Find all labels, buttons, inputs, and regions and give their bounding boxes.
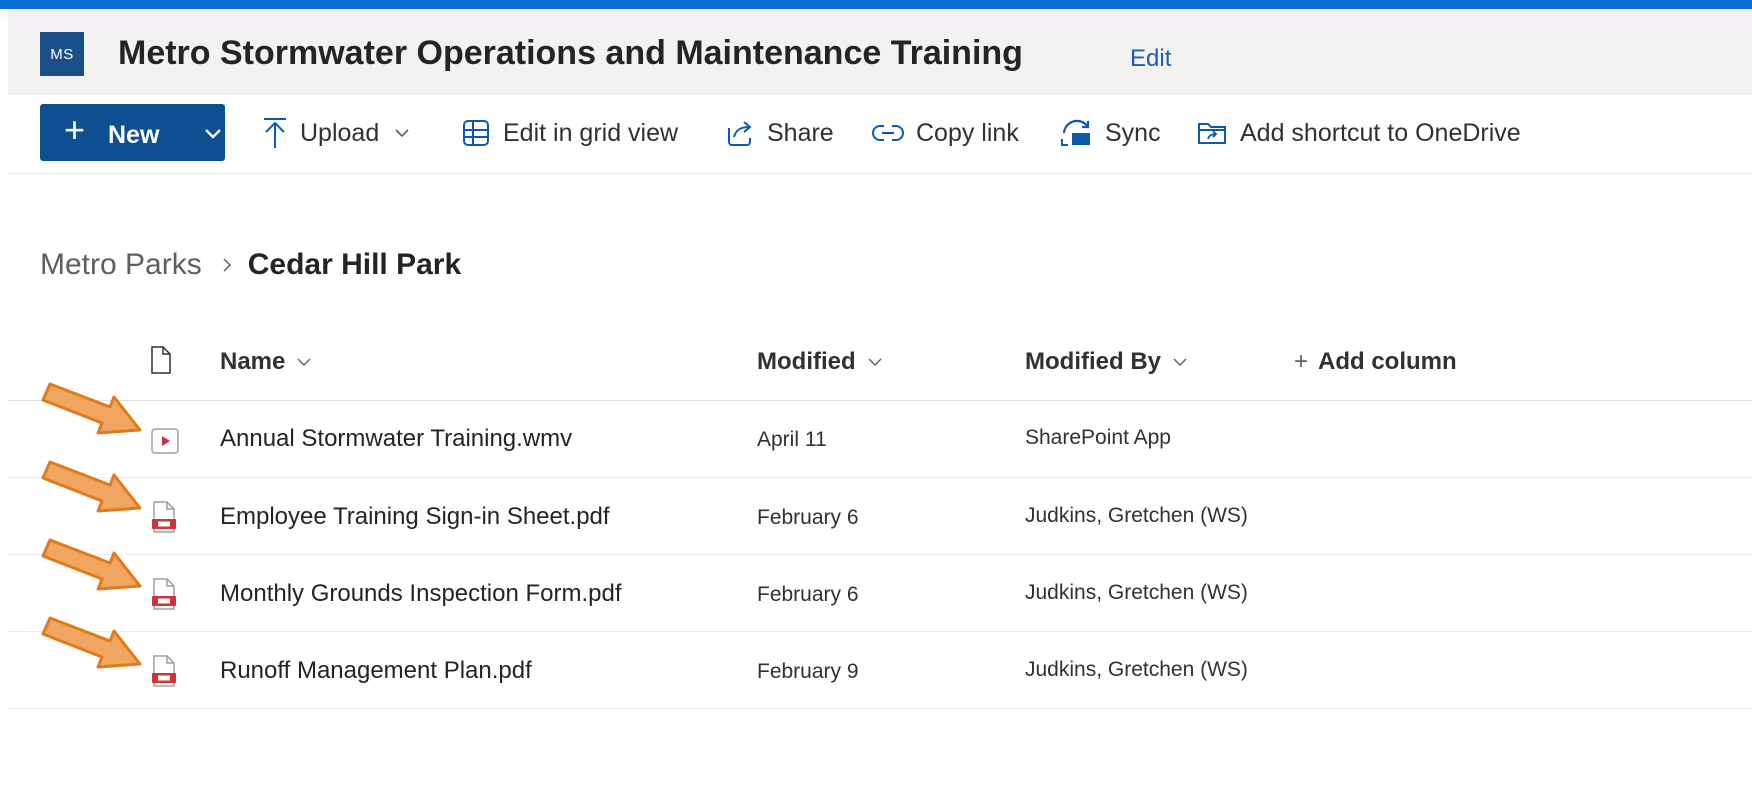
video-file-icon bbox=[150, 427, 180, 460]
modified-by[interactable]: Judkins, Gretchen (WS) bbox=[1025, 504, 1248, 528]
column-header-modified[interactable]: Modified bbox=[757, 348, 882, 376]
share-label: Share bbox=[767, 118, 834, 147]
modified-date: February 9 bbox=[757, 660, 859, 683]
sync-button[interactable]: Sync bbox=[1059, 112, 1161, 154]
add-shortcut-button[interactable]: Add shortcut to OneDrive bbox=[1196, 112, 1521, 154]
new-button-label: New bbox=[108, 121, 160, 149]
sync-label: Sync bbox=[1105, 118, 1161, 147]
file-type-icon[interactable] bbox=[150, 345, 172, 380]
annotation-arrow-icon bbox=[41, 460, 142, 513]
add-column-label: Add column bbox=[1318, 348, 1457, 375]
breadcrumb-parent-link[interactable]: Metro Parks bbox=[40, 248, 202, 282]
modified-date: February 6 bbox=[757, 583, 859, 606]
modified-date: April 11 bbox=[757, 428, 827, 451]
column-header-modified-by[interactable]: Modified By bbox=[1025, 348, 1187, 376]
column-header-name[interactable]: Name bbox=[220, 348, 311, 376]
upload-icon bbox=[262, 117, 288, 149]
breadcrumb-current: Cedar Hill Park bbox=[247, 248, 462, 281]
sync-icon bbox=[1059, 117, 1095, 149]
file-name-link[interactable]: Runoff Management Plan.pdf bbox=[220, 657, 532, 685]
breadcrumb: Metro Parks Cedar Hill Park bbox=[40, 243, 461, 287]
annotation-arrow-icon bbox=[41, 538, 142, 591]
share-icon bbox=[725, 118, 755, 148]
chevron-right-icon bbox=[222, 257, 232, 273]
add-shortcut-label: Add shortcut to OneDrive bbox=[1240, 118, 1521, 147]
pdf-file-icon bbox=[150, 654, 178, 693]
modified-date: February 6 bbox=[757, 506, 859, 529]
column-header-modified-by-label: Modified By bbox=[1025, 348, 1161, 375]
grid-icon bbox=[461, 118, 491, 148]
annotation-arrow-icon bbox=[41, 616, 142, 669]
file-name-link[interactable]: Monthly Grounds Inspection Form.pdf bbox=[220, 580, 622, 608]
site-logo[interactable]: MS bbox=[40, 32, 84, 76]
chevron-down-icon bbox=[1173, 358, 1187, 367]
copy-link-button[interactable]: Copy link bbox=[872, 112, 1019, 154]
copy-link-label: Copy link bbox=[916, 118, 1019, 147]
annotation-arrow-icon bbox=[41, 382, 142, 435]
link-icon bbox=[872, 123, 904, 143]
top-accent-bar bbox=[0, 0, 1752, 9]
file-name-link[interactable]: Employee Training Sign-in Sheet.pdf bbox=[220, 503, 610, 531]
column-header-name-label: Name bbox=[220, 348, 286, 375]
column-header-modified-label: Modified bbox=[757, 348, 856, 375]
file-name-link[interactable]: Annual Stormwater Training.wmv bbox=[220, 425, 572, 453]
chevron-down-icon bbox=[395, 128, 409, 138]
pdf-file-icon bbox=[150, 500, 178, 539]
plus-icon: + bbox=[1294, 348, 1309, 375]
upload-button[interactable]: Upload bbox=[262, 112, 409, 154]
upload-label: Upload bbox=[300, 118, 380, 147]
plus-icon: + bbox=[64, 109, 86, 150]
pdf-file-icon bbox=[150, 577, 178, 616]
chevron-down-icon bbox=[297, 358, 311, 367]
site-edit-link[interactable]: Edit bbox=[1130, 45, 1171, 73]
site-title[interactable]: Metro Stormwater Operations and Maintena… bbox=[118, 34, 1023, 73]
chevron-down-icon bbox=[205, 126, 221, 144]
new-button[interactable]: + New bbox=[40, 104, 225, 161]
chevron-down-icon bbox=[868, 358, 882, 367]
modified-by[interactable]: Judkins, Gretchen (WS) bbox=[1025, 658, 1248, 682]
modified-by[interactable]: Judkins, Gretchen (WS) bbox=[1025, 581, 1248, 605]
add-column-button[interactable]: + Add column bbox=[1294, 348, 1457, 376]
modified-by[interactable]: SharePoint App bbox=[1025, 426, 1171, 450]
shortcut-icon bbox=[1196, 117, 1228, 149]
edit-grid-view-label: Edit in grid view bbox=[503, 118, 679, 147]
edit-grid-view-button[interactable]: Edit in grid view bbox=[461, 112, 678, 154]
share-button[interactable]: Share bbox=[725, 112, 834, 154]
